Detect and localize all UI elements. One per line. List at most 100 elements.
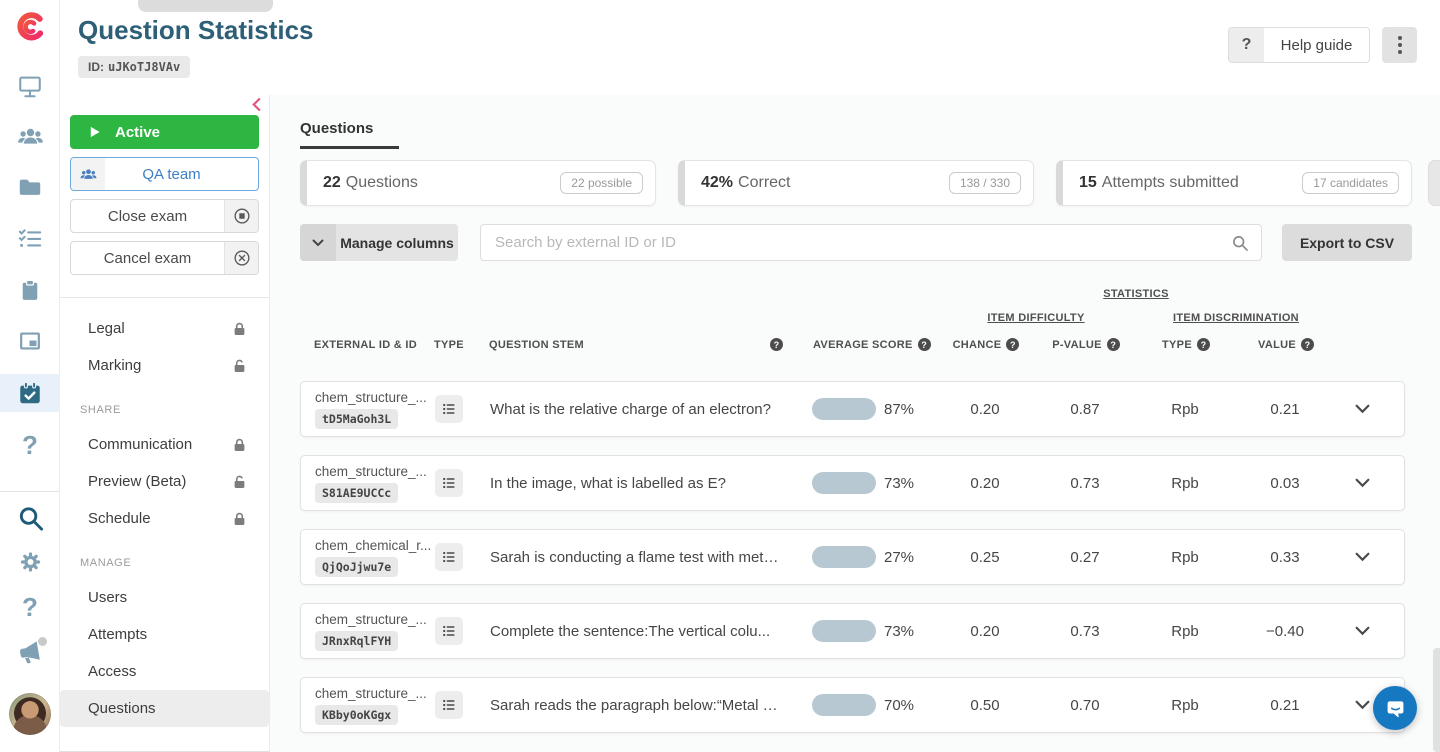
qa-team-label: QA team <box>105 158 258 190</box>
rail-item-settings[interactable] <box>0 543 60 581</box>
chevron-down-icon <box>1355 700 1370 710</box>
average-score-cell: 27% <box>800 546 935 568</box>
kebab-icon <box>1398 36 1402 40</box>
sidebar-item-access[interactable]: Access <box>60 653 269 690</box>
stat-cards: 22 Questions 22 possible 42% Correct 138… <box>300 160 1412 206</box>
help-circle-icon[interactable]: ? <box>1301 338 1314 351</box>
stat-value: 15 <box>1079 174 1097 192</box>
cancel-exam-button[interactable]: Cancel exam <box>70 241 259 275</box>
discrimination-type: Rpb <box>1135 549 1235 566</box>
score-percent: 73% <box>884 623 914 640</box>
sidebar-item-users[interactable]: Users <box>60 579 269 616</box>
help-circle-icon[interactable]: ? <box>918 338 931 351</box>
sidebar-item-legal[interactable]: Legal <box>60 310 269 347</box>
avatar <box>9 693 51 735</box>
chevron-down-icon <box>300 224 336 261</box>
table-row[interactable]: chem_chemical_r... QjQoJjwu7e Sarah is c… <box>300 529 1405 585</box>
rail-item-review[interactable] <box>0 322 60 360</box>
section-label-share: SHARE <box>60 384 269 426</box>
table-row[interactable]: chem_structure_... S81AE9UCCc In the ima… <box>300 455 1405 511</box>
nav-label: Users <box>88 589 127 606</box>
export-csv-button[interactable]: Export to CSV <box>1282 224 1412 261</box>
search-input[interactable] <box>495 234 1231 251</box>
type-cell <box>435 617 490 645</box>
search-icon[interactable] <box>1231 234 1249 252</box>
p-value: 0.73 <box>1035 475 1135 492</box>
score-bar <box>812 694 876 716</box>
type-cell <box>435 395 490 423</box>
exam-status-button[interactable]: Active <box>70 115 259 149</box>
lock-open-icon <box>232 474 247 490</box>
question-id-badge: S81AE9UCCc <box>315 483 398 503</box>
chat-launcher-button[interactable] <box>1373 686 1417 730</box>
question-stem: What is the relative charge of an electr… <box>490 401 800 418</box>
table-row[interactable]: chem_structure_... KBby0oKGgx Sarah read… <box>300 677 1405 733</box>
column-header-question-stem: QUESTION STEM ? <box>489 338 801 351</box>
expand-row-button[interactable] <box>1335 626 1390 636</box>
chevron-down-icon <box>1355 404 1370 414</box>
nav-label: Legal <box>88 320 125 337</box>
expand-row-button[interactable] <box>1335 404 1390 414</box>
chance-value: 0.20 <box>935 475 1035 492</box>
checklist-icon <box>17 224 43 252</box>
nav-label: Preview (Beta) <box>88 473 186 490</box>
expand-row-button[interactable] <box>1335 552 1390 562</box>
brand-logo-icon[interactable] <box>0 8 60 46</box>
table-row[interactable]: chem_structure_... JRnxRqlFYH Complete t… <box>300 603 1405 659</box>
sidebar-collapse-button[interactable] <box>252 98 261 116</box>
exam-id-badge: ID:uJKoTJ8VAv <box>78 56 190 78</box>
sidebar-item-preview-beta[interactable]: Preview (Beta) <box>60 463 269 500</box>
stat-badge: 17 candidates <box>1302 172 1399 194</box>
help-guide-button[interactable]: ? Help guide <box>1228 27 1370 63</box>
help-circle-icon[interactable]: ? <box>1197 338 1210 351</box>
sidebar-item-schedule[interactable]: Schedule <box>60 500 269 537</box>
group-header-item-discrimination: ITEM DISCRIMINATION <box>1136 312 1336 338</box>
help-circle-icon[interactable]: ? <box>770 338 783 351</box>
app-root: ? ? Question Statistics ID:uJKoTJ8VAv ? … <box>0 0 1440 752</box>
rail-item-help[interactable]: ? <box>0 426 60 464</box>
rail-item-profile[interactable] <box>0 692 60 736</box>
tab-questions[interactable]: Questions <box>300 120 399 149</box>
rail-item-search[interactable] <box>0 499 60 537</box>
qa-team-button[interactable]: QA team <box>70 157 259 191</box>
sidebar-item-marking[interactable]: Marking <box>60 347 269 384</box>
question-id-badge: JRnxRqlFYH <box>315 631 398 651</box>
nav-label: Access <box>88 663 136 680</box>
rail-item-dashboard[interactable] <box>0 67 60 105</box>
manage-columns-button[interactable]: Manage columns <box>300 224 458 261</box>
rail-item-exams[interactable] <box>0 271 60 309</box>
sidebar-item-attempts[interactable]: Attempts <box>60 616 269 653</box>
discrimination-value: 0.21 <box>1235 697 1335 714</box>
sidebar-item-communication[interactable]: Communication <box>60 426 269 463</box>
rail-item-schedule-active[interactable] <box>0 374 60 412</box>
column-header-average-score: AVERAGE SCORE ? <box>801 338 936 351</box>
exam-status-label: Active <box>115 124 160 141</box>
rail-item-announcements[interactable] <box>0 633 60 671</box>
rail-item-library[interactable] <box>0 168 60 206</box>
more-options-button[interactable] <box>1382 27 1417 63</box>
help-circle-icon[interactable]: ? <box>1107 338 1120 351</box>
rail-item-item-bank[interactable] <box>0 219 60 257</box>
lock-open-icon <box>232 358 247 374</box>
question-stem: Complete the sentence:The vertical colu.… <box>490 623 800 640</box>
discrimination-type: Rpb <box>1135 475 1235 492</box>
list-type-icon <box>435 691 463 719</box>
expand-row-button[interactable] <box>1335 478 1390 488</box>
external-id: chem_structure_... <box>315 686 435 701</box>
score-percent: 87% <box>884 401 914 418</box>
type-cell <box>435 691 490 719</box>
sidebar-item-questions[interactable]: Questions <box>60 690 269 727</box>
rail-item-support[interactable]: ? <box>0 588 60 626</box>
type-cell <box>435 543 490 571</box>
table-row[interactable]: chem_structure_... tD5MaGoh3L What is th… <box>300 381 1405 437</box>
search-box <box>480 224 1262 261</box>
close-exam-button[interactable]: Close exam <box>70 199 259 233</box>
calendar-check-icon <box>17 379 43 407</box>
help-icon: ? <box>1229 28 1264 62</box>
lock-closed-icon <box>232 437 247 453</box>
type-cell <box>435 469 490 497</box>
sidebar: Active QA team Close exam Cancel exam <box>60 95 270 752</box>
page-title: Question Statistics <box>78 15 314 46</box>
help-circle-icon[interactable]: ? <box>1006 338 1019 351</box>
rail-item-users[interactable] <box>0 117 60 155</box>
